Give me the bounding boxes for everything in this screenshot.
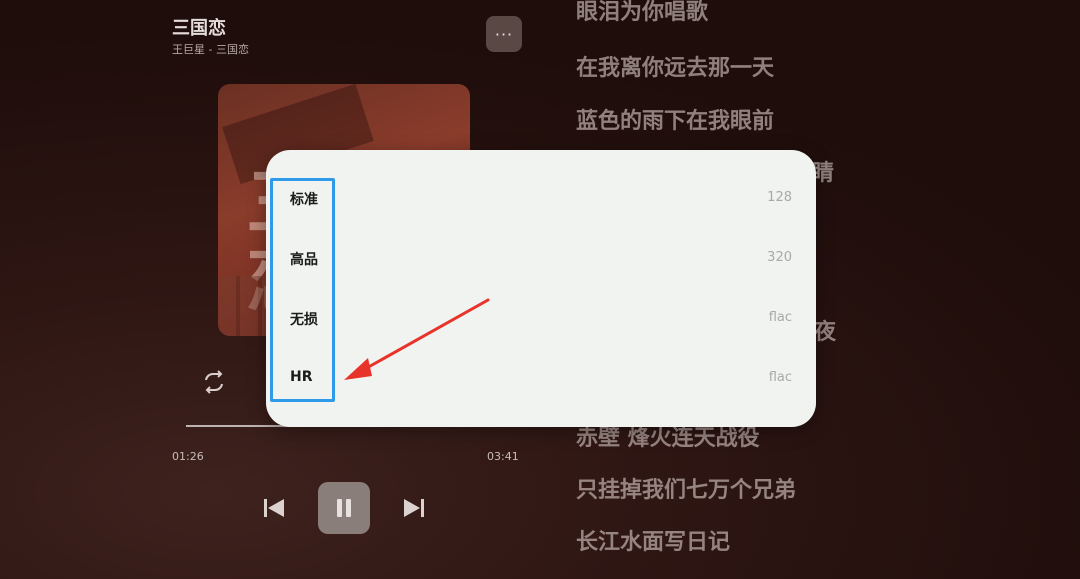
lyric-line: 长江水面写日记 [576,530,731,555]
more-options-button[interactable]: ··· [486,16,522,52]
quality-selection-dialog: 标准 128 高品 320 无损 flac HR flac [266,150,816,427]
song-artist: 王巨星 - 三国恋 [172,43,249,56]
quality-option-lossless[interactable]: 无损 flac [266,289,816,349]
next-track-icon[interactable] [402,496,426,520]
quality-option-hr[interactable]: HR flac [266,349,816,409]
repeat-icon[interactable] [200,370,228,394]
total-time: 03:41 [487,450,519,463]
song-title: 三国恋 [172,18,226,39]
quality-label: HR [290,369,313,385]
quality-bitrate: 320 [767,250,792,265]
lyric-line: 蓝色的雨下在我眼前 [576,109,775,134]
quality-label: 无损 [290,312,318,328]
pause-icon [337,499,351,517]
quality-bitrate: flac [768,310,792,325]
quality-label: 标准 [290,192,318,208]
quality-option-high[interactable]: 高品 320 [266,229,816,289]
quality-bitrate: 128 [767,190,792,205]
more-icon: ··· [494,24,514,44]
quality-label: 高品 [290,252,318,268]
quality-bitrate: flac [768,370,792,385]
quality-option-standard[interactable]: 标准 128 [266,169,816,229]
lyric-line: 夜 [814,320,837,345]
lyric-line: 只挂掉我们七万个兄弟 [576,478,797,503]
previous-track-icon[interactable] [262,496,286,520]
pause-button[interactable] [318,482,370,534]
lyric-line: 在我离你远去那一天 [576,56,775,81]
music-player-screen: 三国恋 王巨星 - 三国恋 ··· 三恋 01:26 03:41 眼泪为你唱歌 … [0,0,1080,579]
lyric-line: 眼泪为你唱歌 [576,0,709,25]
current-time: 01:26 [172,450,204,463]
